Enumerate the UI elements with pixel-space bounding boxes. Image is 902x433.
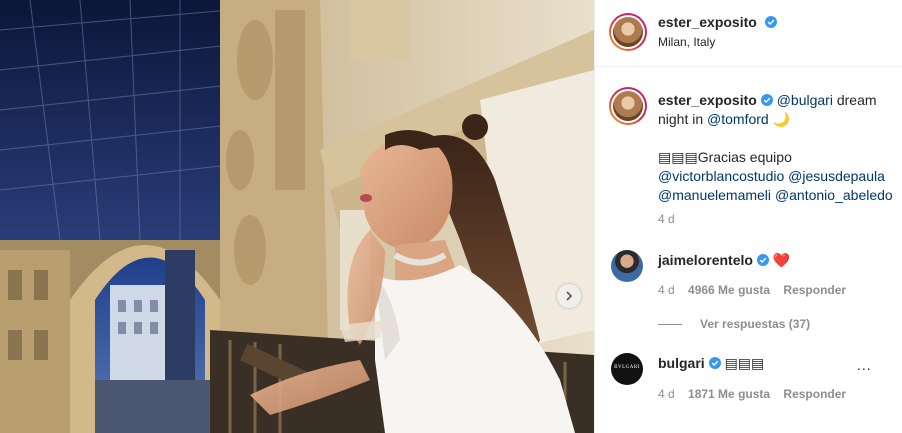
caption-time: 4 d	[658, 212, 675, 226]
comment-username[interactable]: bulgari	[658, 355, 705, 371]
verified-badge-icon	[765, 16, 778, 28]
verified-badge-icon	[708, 357, 721, 369]
caption-username[interactable]: ester_exposito	[658, 92, 757, 108]
heart-emoji: ❤️	[772, 252, 791, 268]
reply-button[interactable]: Responder	[783, 283, 846, 297]
caption: ester_exposito @bulgari dream night in @…	[658, 91, 893, 129]
view-replies-button[interactable]: Ver respuestas (37)	[700, 317, 810, 331]
flag-emojis: ▤▤▤	[658, 149, 698, 165]
post-sidebar: ester_exposito Milan, Italy ester_exposi…	[594, 0, 902, 433]
mention-bulgari[interactable]: @bulgari	[777, 92, 833, 108]
comment-meta: 4 d 1871 Me gusta Responder	[658, 387, 846, 401]
mention-antonio-abeledo[interactable]: @antonio_abeledo	[775, 187, 893, 203]
author-line: ester_exposito	[658, 14, 778, 32]
commenter-avatar[interactable]	[611, 250, 643, 282]
author-username[interactable]: ester_exposito	[658, 14, 757, 30]
mention-manuelemameli[interactable]: @manuelemameli	[658, 187, 771, 203]
comment-meta: 4 d 4966 Me gusta Responder	[658, 283, 846, 297]
moon-emoji: 🌙	[772, 111, 791, 127]
comment-time: 4 d	[658, 387, 675, 401]
author-avatar[interactable]	[609, 13, 647, 51]
next-photo-button[interactable]	[557, 284, 581, 308]
comment-1: jaimelorentelo ❤️	[658, 251, 790, 270]
mention-victorblancostudio[interactable]: @victorblancostudio	[658, 168, 784, 184]
comment-username[interactable]: jaimelorentelo	[658, 252, 753, 268]
comment-time: 4 d	[658, 283, 675, 297]
verified-badge-icon	[756, 254, 769, 266]
caption-avatar[interactable]	[609, 87, 647, 125]
comment-likes[interactable]: 1871 Me gusta	[688, 387, 770, 401]
caption-thanks: Gracias equipo	[697, 149, 792, 165]
reply-button[interactable]: Responder	[783, 387, 846, 401]
location-link[interactable]: Milan, Italy	[658, 35, 715, 49]
verified-badge-icon	[760, 94, 773, 106]
caption-text-1: dream	[832, 92, 877, 108]
mention-tomford[interactable]: @tomford	[707, 111, 769, 127]
mention-jesusdepaula[interactable]: @jesusdepaula	[788, 168, 885, 184]
replies-divider	[658, 324, 682, 325]
post-image	[0, 0, 594, 433]
chevron-right-icon	[566, 291, 573, 301]
caption-text-2: night in	[658, 111, 708, 127]
flag-emojis: ▤▤▤	[724, 355, 765, 371]
more-options-icon[interactable]: ...	[857, 357, 872, 373]
commenter-avatar[interactable]: BVLGARI	[611, 353, 643, 385]
comment-2: bulgari ▤▤▤	[658, 354, 764, 373]
post-photo[interactable]	[0, 0, 594, 433]
caption-credits: ▤▤▤Gracias equipo @victorblancostudio @j…	[658, 148, 898, 205]
post-header: ester_exposito Milan, Italy	[595, 0, 902, 67]
comment-likes[interactable]: 4966 Me gusta	[688, 283, 770, 297]
